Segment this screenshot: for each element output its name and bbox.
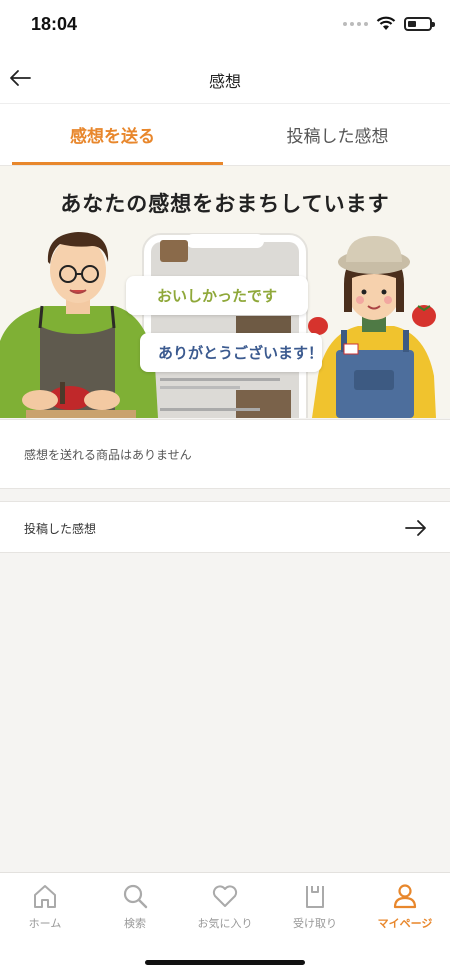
battery-icon xyxy=(404,16,435,31)
tab-send-review[interactable]: 感想を送る xyxy=(0,104,225,165)
page-title: 感想 xyxy=(208,72,241,91)
tab-home[interactable]: ホーム xyxy=(0,873,90,941)
reviewable-items-section: 感想を送れる商品はありません xyxy=(0,419,450,489)
tab-mypage[interactable]: マイページ xyxy=(360,873,450,941)
posted-reviews-link[interactable]: 投稿した感想 xyxy=(0,501,450,553)
wifi-icon xyxy=(376,16,396,30)
heart-icon xyxy=(210,881,240,911)
bottom-tab-bar: ホーム 検索 お気に入り 受け取り マイページ xyxy=(0,872,450,972)
tab-switcher: 感想を送る 投稿した感想 xyxy=(0,104,450,166)
speech-bubble-thanks: ありがとうございます！ xyxy=(140,333,323,372)
tab-label: 受け取り xyxy=(293,917,337,930)
status-bar: 18:04 xyxy=(0,0,450,52)
review-banner: あなたの感想をおまちしています おいしかったです ありがとうございます！ xyxy=(0,166,450,418)
tab-label: マイページ xyxy=(377,917,433,930)
tab-search[interactable]: 検索 xyxy=(90,873,180,941)
arrow-right-icon xyxy=(405,520,426,536)
bag-icon xyxy=(300,881,330,911)
signal-icon xyxy=(343,21,368,26)
tab-label: お気に入り xyxy=(197,917,253,930)
status-time: 18:04 xyxy=(31,14,78,34)
person-icon xyxy=(390,881,420,911)
tab-favorites[interactable]: お気に入り xyxy=(180,873,270,941)
speech-bubble-delicious: おいしかったです xyxy=(126,276,308,315)
tab-label: 検索 xyxy=(124,917,146,930)
home-icon xyxy=(30,881,60,911)
navigation-bar: 感想 xyxy=(0,52,450,104)
tab-pickup[interactable]: 受け取り xyxy=(270,873,360,941)
status-indicators xyxy=(343,16,435,31)
tab-label: ホーム xyxy=(28,917,62,930)
posted-reviews-label: 投稿した感想 xyxy=(24,522,97,536)
search-icon xyxy=(120,881,150,911)
tab-posted-reviews[interactable]: 投稿した感想 xyxy=(225,104,450,165)
empty-message: 感想を送れる商品はありません xyxy=(24,448,192,462)
banner-title: あなたの感想をおまちしています xyxy=(60,192,390,216)
home-indicator xyxy=(145,960,305,965)
